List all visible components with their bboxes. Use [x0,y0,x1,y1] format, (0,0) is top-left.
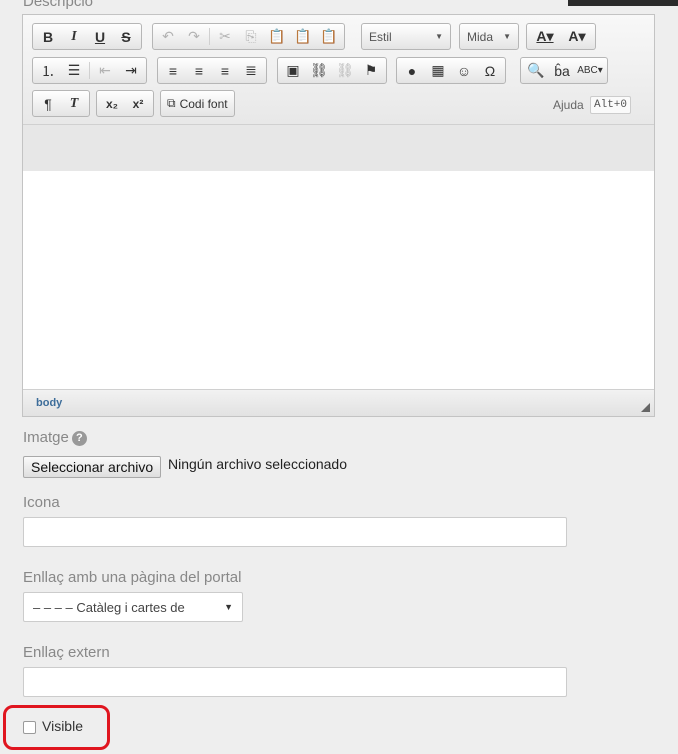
editor-toolbar: B I U S ↶ ↷ ✂ ⎘ 📋 📋 📋 Estil ▼ Mida ▼ A▾ … [23,15,654,125]
bold-button[interactable]: B [35,25,61,48]
copy-icon[interactable]: ⎘ [238,25,264,48]
replace-icon[interactable]: b̂a [549,59,575,82]
visible-label[interactable]: Visible [42,718,83,734]
size-combo-label: Mida [467,29,494,44]
source-label: Codi font [179,96,228,111]
align-left-icon[interactable]: ≡ [160,59,186,82]
justify-icon[interactable]: ≣ [238,59,264,82]
description-label: Descripció [23,0,94,10]
image-label-text: Imatge [23,429,69,446]
redo-icon[interactable]: ↷ [181,25,207,48]
source-code-icon: ⧉ [167,96,176,110]
source-button[interactable]: ⧉ Codi font [160,90,235,117]
anchor-flag-icon[interactable]: ⚑ [358,59,384,82]
strike-button[interactable]: S [113,25,139,48]
remove-format-icon[interactable]: T [61,92,87,115]
undo-icon[interactable]: ↶ [155,25,181,48]
text-color-icon[interactable]: A▾ [529,25,561,48]
link-icon[interactable]: ⛓ [306,59,332,82]
bulleted-list-icon[interactable]: ☰ [61,59,87,82]
external-link-label: Enllaç extern [23,644,110,661]
question-icon[interactable]: ? [71,431,87,446]
portal-link-selected: – – – – Catàleg i cartes de [33,599,185,615]
separator [209,28,210,45]
resize-handle-icon[interactable] [641,403,650,412]
editor-top-strip [23,125,654,171]
portal-link-label: Enllaç amb una pàgina del portal [23,569,242,586]
objects-group: ● ▦ ☺ Ω [396,57,506,84]
chevron-down-icon: ▼ [224,602,233,612]
help-label: Ajuda [553,98,584,112]
icon-input[interactable] [23,517,567,547]
align-center-icon[interactable]: ≡ [186,59,212,82]
choose-file-button[interactable]: Seleccionar archivo [23,456,162,478]
superscript-icon[interactable]: x² [125,92,151,115]
table-icon[interactable]: ▦ [425,59,451,82]
smiley-icon[interactable]: ☺ [451,59,477,82]
file-status-text: Ningún archivo seleccionado [168,456,347,472]
paragraph-format-icon[interactable]: ¶ [35,92,61,115]
spellcheck-icon[interactable]: ABC▾ [575,59,605,82]
separator [89,62,90,79]
subscript-icon[interactable]: x₂ [99,92,125,115]
background-color-icon[interactable]: A▾ [561,25,593,48]
cut-icon[interactable]: ✂ [212,25,238,48]
list-group: ⒈ ☰ ⇤ ⇥ [32,57,147,84]
outdent-icon[interactable]: ⇤ [92,59,118,82]
help-shortcut: Alt+0 [590,96,632,114]
search-icon[interactable]: 🔍 [523,59,549,82]
icon-label: Icona [23,494,60,511]
unlink-icon[interactable]: ⛓ [332,59,358,82]
format-group: ¶ T [32,90,90,117]
special-char-icon[interactable]: Ω [477,59,503,82]
italic-button[interactable]: I [61,25,87,48]
style-combo[interactable]: Estil ▼ [361,23,451,50]
style-combo-label: Estil [369,29,392,44]
portal-link-select[interactable]: – – – – Catàleg i cartes de ▼ [23,592,243,622]
visible-checkbox[interactable] [23,721,36,734]
external-link-input[interactable] [23,667,567,697]
rich-text-editor: B I U S ↶ ↷ ✂ ⎘ 📋 📋 📋 Estil ▼ Mida ▼ A▾ … [22,14,655,417]
script-group: x₂ x² [96,90,154,117]
insert-group: ▣ ⛓ ⛓ ⚑ [277,57,387,84]
flash-icon[interactable]: ● [399,59,425,82]
image-label: Imatge? [23,429,87,446]
editor-statusbar: body [23,389,654,416]
clipboard-group: ↶ ↷ ✂ ⎘ 📋 📋 📋 [152,23,345,50]
paste-text-icon[interactable]: 📋 [290,25,316,48]
underline-button[interactable]: U [87,25,113,48]
basic-styles-group: B I U S [32,23,142,50]
numbered-list-icon[interactable]: ⒈ [35,59,61,82]
top-dark-bar [568,0,678,6]
element-path[interactable]: body [36,397,62,409]
indent-icon[interactable]: ⇥ [118,59,144,82]
align-group: ≡ ≡ ≡ ≣ [157,57,267,84]
chevron-down-icon: ▼ [435,32,443,41]
image-icon[interactable]: ▣ [280,59,306,82]
paste-word-icon[interactable]: 📋 [316,25,342,48]
editor-content-area[interactable] [23,171,654,389]
size-combo[interactable]: Mida ▼ [459,23,519,50]
color-group: A▾ A▾ [526,23,596,50]
align-right-icon[interactable]: ≡ [212,59,238,82]
paste-icon[interactable]: 📋 [264,25,290,48]
search-group: 🔍 b̂a ABC▾ [520,57,608,84]
chevron-down-icon: ▼ [503,32,511,41]
